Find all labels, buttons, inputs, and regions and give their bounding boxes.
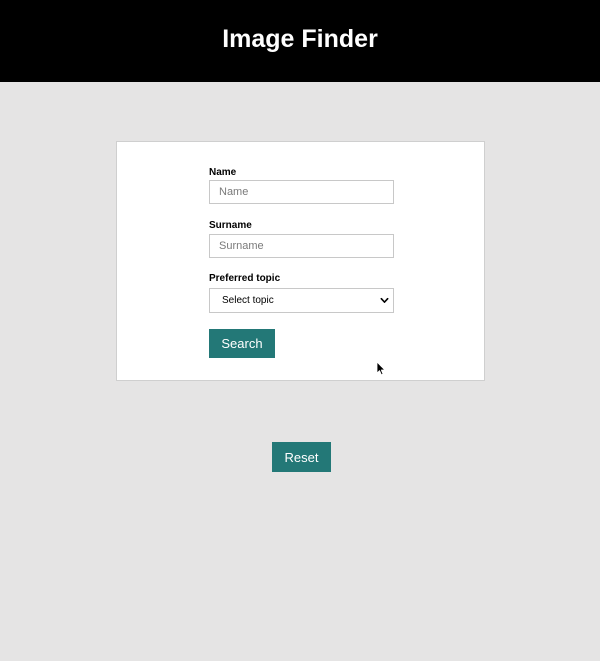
chevron-down-icon (380, 297, 389, 303)
name-label: Name (209, 167, 237, 178)
surname-label: Surname (209, 220, 252, 231)
app-header: Image Finder (0, 0, 600, 82)
surname-input[interactable] (209, 234, 394, 258)
topic-select[interactable]: Select topic (209, 288, 394, 313)
topic-label: Preferred topic (209, 273, 281, 284)
name-input[interactable] (209, 180, 394, 204)
search-button[interactable]: Search (209, 329, 275, 358)
page-title: Image Finder (222, 24, 378, 53)
reset-button[interactable]: Reset (272, 442, 331, 472)
mouse-cursor-icon (376, 361, 386, 376)
topic-select-value: Select topic (222, 295, 274, 306)
search-form-card: Name Surname Preferred topic Select topi… (116, 141, 485, 381)
